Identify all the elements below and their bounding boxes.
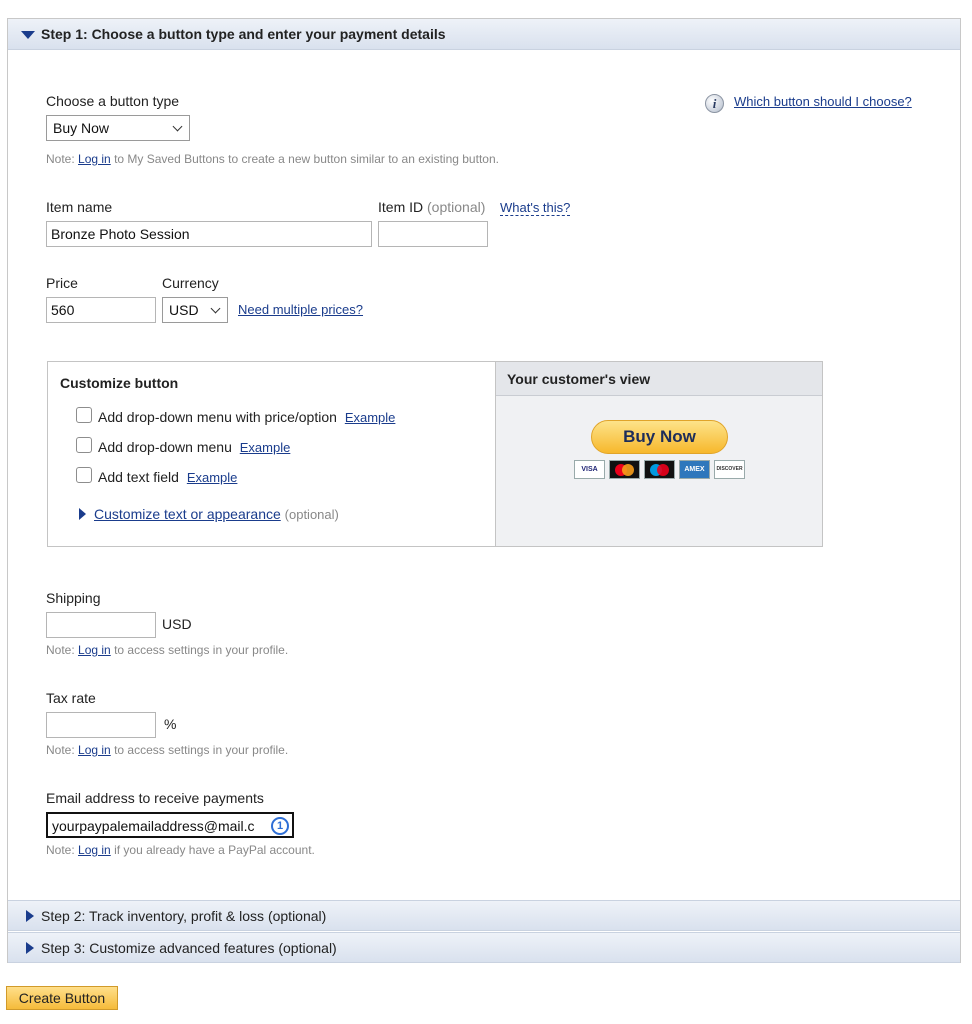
shipping-label: Shipping bbox=[46, 590, 101, 606]
option-checkbox-textfield[interactable] bbox=[76, 467, 92, 483]
note-prefix: Note: bbox=[46, 843, 75, 857]
option-price-row: Add drop-down menu with price/option Exa… bbox=[98, 409, 395, 425]
email-note: Note: Log in if you already have a PayPa… bbox=[46, 843, 315, 857]
step3-header[interactable]: Step 3: Customize advanced features (opt… bbox=[8, 932, 960, 963]
login-link[interactable]: Log in bbox=[78, 643, 111, 657]
email-value: yourpaypalemailaddress@mail.c bbox=[52, 818, 255, 834]
item-name-label: Item name bbox=[46, 199, 113, 215]
button-type-selected: Buy Now bbox=[53, 120, 110, 136]
currency-select[interactable]: USD bbox=[162, 297, 228, 323]
mastercard-icon bbox=[609, 460, 640, 479]
step2-title: Step 2: Track inventory, profit & loss (… bbox=[41, 908, 327, 924]
price-label: Price bbox=[46, 275, 78, 291]
tax-note: Note: Log in to access settings in your … bbox=[46, 743, 288, 757]
login-link[interactable]: Log in bbox=[78, 743, 111, 757]
customize-appearance-row: Customize text or appearance (optional) bbox=[94, 506, 339, 522]
item-id-optional: (optional) bbox=[427, 199, 486, 215]
currency-selected: USD bbox=[169, 302, 199, 318]
note-prefix: Note: bbox=[46, 743, 75, 757]
customize-appearance-link[interactable]: Customize text or appearance bbox=[94, 506, 281, 522]
buy-now-preview-button: Buy Now bbox=[591, 420, 728, 454]
create-button[interactable]: Create Button bbox=[6, 986, 118, 1010]
discover-icon: DISCOVER bbox=[714, 460, 745, 479]
create-button-form-panel: Step 1: Choose a button type and enter y… bbox=[7, 18, 961, 963]
chevron-down-icon bbox=[172, 121, 183, 132]
tax-rate-input[interactable] bbox=[46, 712, 156, 738]
tax-unit: % bbox=[164, 716, 177, 732]
login-link[interactable]: Log in bbox=[78, 843, 111, 857]
note-prefix: Note: bbox=[46, 152, 75, 166]
price-input[interactable]: 560 bbox=[46, 297, 156, 323]
button-type-note: Note: Log in to My Saved Buttons to crea… bbox=[46, 152, 499, 166]
maestro-icon bbox=[644, 460, 675, 479]
appearance-optional: (optional) bbox=[284, 507, 339, 522]
whats-this-link[interactable]: What's this? bbox=[500, 200, 571, 216]
email-label: Email address to receive payments bbox=[46, 790, 264, 806]
example-link[interactable]: Example bbox=[345, 410, 396, 425]
step3-title: Step 3: Customize advanced features (opt… bbox=[41, 940, 337, 956]
example-link[interactable]: Example bbox=[240, 440, 291, 455]
item-id-label: Item ID (optional) bbox=[378, 199, 485, 215]
note-suffix: to access settings in your profile. bbox=[114, 743, 289, 757]
customize-title: Customize button bbox=[60, 375, 179, 391]
button-type-label: Choose a button type bbox=[46, 93, 180, 109]
password-manager-icon[interactable]: 1 bbox=[271, 817, 289, 835]
note-prefix: Note: bbox=[46, 643, 75, 657]
customize-button-box: Customize button Add drop-down menu with… bbox=[47, 361, 823, 547]
step2-header[interactable]: Step 2: Track inventory, profit & loss (… bbox=[8, 900, 960, 931]
step1-title: Step 1: Choose a button type and enter y… bbox=[41, 26, 446, 42]
amex-icon: AMEX bbox=[679, 460, 710, 479]
multiple-prices-link[interactable]: Need multiple prices? bbox=[238, 302, 363, 317]
step1-header[interactable]: Step 1: Choose a button type and enter y… bbox=[8, 19, 960, 50]
expand-triangle-right-icon bbox=[26, 910, 34, 922]
note-suffix: to access settings in your profile. bbox=[114, 643, 289, 657]
option-checkbox-dropdown[interactable] bbox=[76, 437, 92, 453]
button-type-select[interactable]: Buy Now bbox=[46, 115, 190, 141]
option-label: Add text field bbox=[98, 469, 179, 485]
login-link[interactable]: Log in bbox=[78, 152, 111, 166]
item-id-input[interactable] bbox=[378, 221, 488, 247]
shipping-input[interactable] bbox=[46, 612, 156, 638]
customer-view-title: Your customer's view bbox=[496, 362, 822, 396]
visa-card-icon: VISA bbox=[574, 460, 605, 479]
item-id-label-text: Item ID bbox=[378, 199, 424, 215]
expand-triangle-down-icon bbox=[21, 31, 35, 39]
expand-triangle-right-icon bbox=[79, 508, 86, 520]
option-checkbox-price[interactable] bbox=[76, 407, 92, 423]
chevron-down-icon bbox=[210, 303, 221, 314]
option-label: Add drop-down menu bbox=[98, 439, 232, 455]
shipping-note: Note: Log in to access settings in your … bbox=[46, 643, 288, 657]
expand-triangle-right-icon bbox=[26, 942, 34, 954]
shipping-unit: USD bbox=[162, 616, 192, 632]
tax-rate-label: Tax rate bbox=[46, 690, 96, 706]
item-name-input[interactable]: Bronze Photo Session bbox=[46, 221, 372, 247]
which-button-link[interactable]: Which button should I choose? bbox=[734, 94, 912, 109]
note-suffix: to My Saved Buttons to create a new butt… bbox=[114, 152, 499, 166]
option-dropdown-row: Add drop-down menu Example bbox=[98, 439, 290, 455]
example-link[interactable]: Example bbox=[187, 470, 238, 485]
customer-view-panel: Your customer's view Buy Now VISA AMEX D… bbox=[495, 362, 822, 546]
option-textfield-row: Add text field Example bbox=[98, 469, 237, 485]
email-input[interactable]: yourpaypalemailaddress@mail.c 1 bbox=[46, 812, 294, 838]
option-label: Add drop-down menu with price/option bbox=[98, 409, 337, 425]
note-suffix: if you already have a PayPal account. bbox=[114, 843, 315, 857]
currency-label: Currency bbox=[162, 275, 219, 291]
info-icon: i bbox=[705, 94, 724, 113]
